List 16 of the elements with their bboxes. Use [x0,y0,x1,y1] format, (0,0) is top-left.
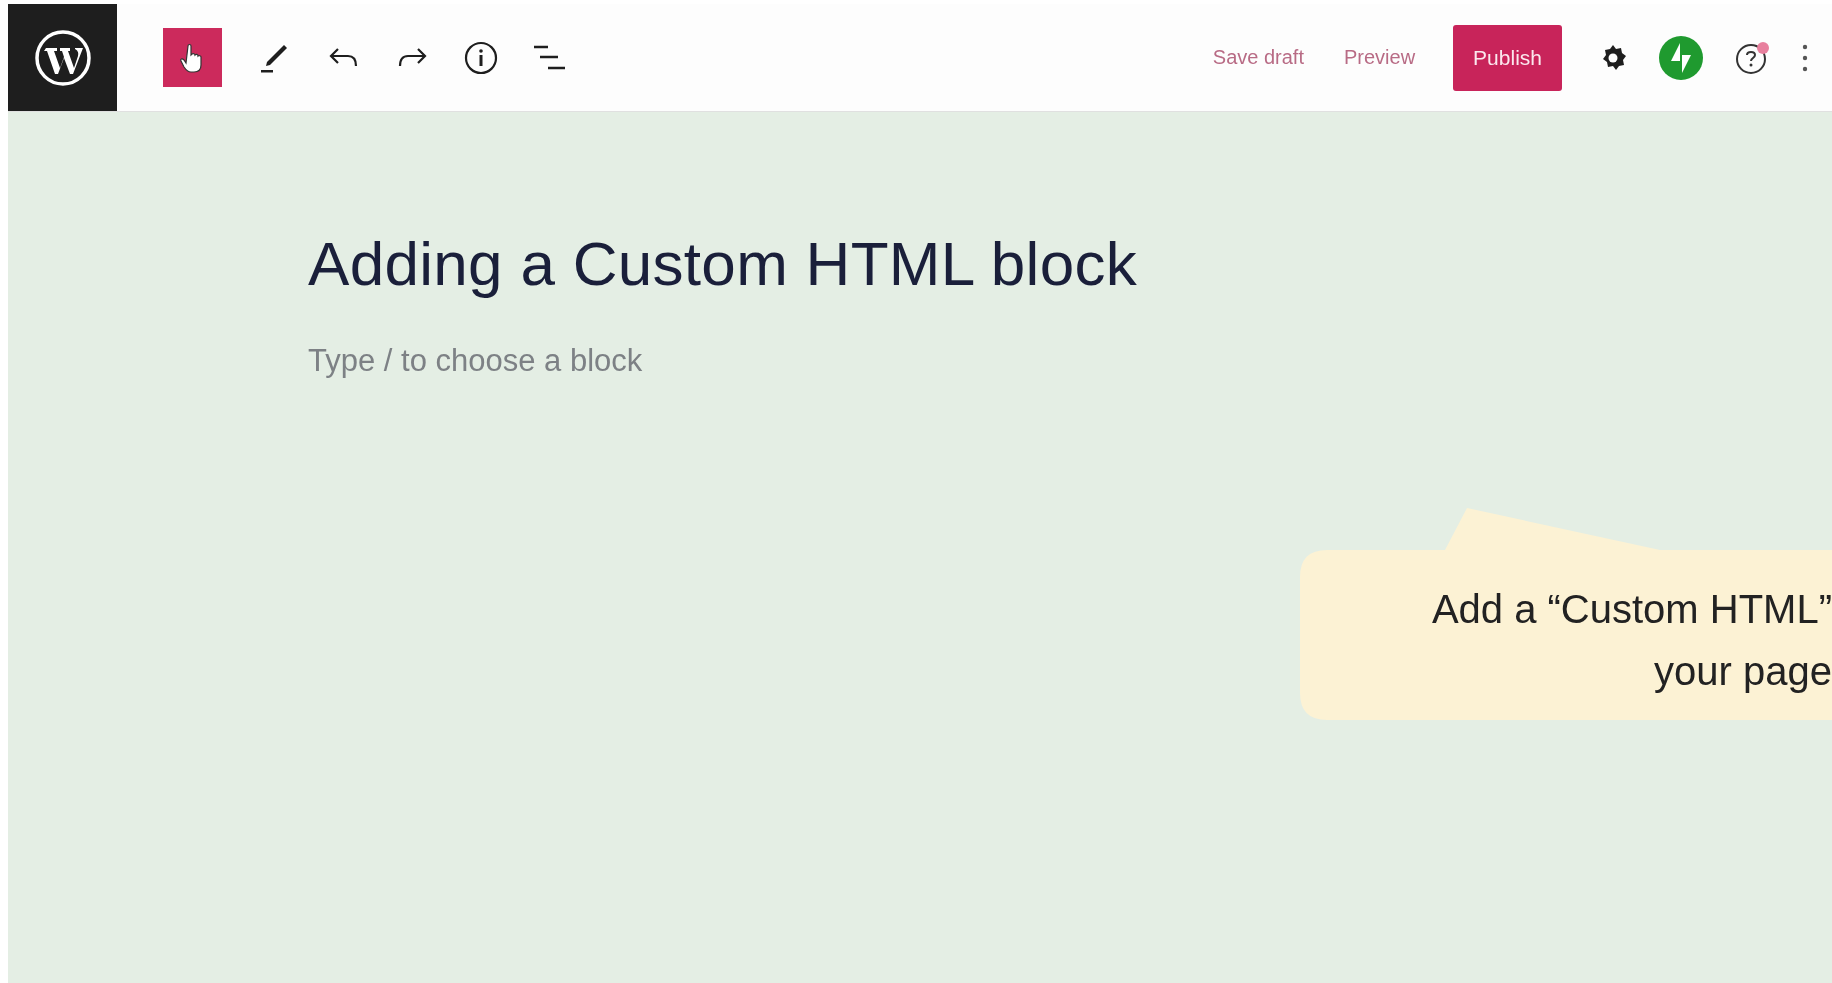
lightning-bolt-icon[interactable] [1658,34,1704,81]
post-title[interactable]: Adding a Custom HTML block [308,228,1138,299]
redo-icon[interactable] [396,46,428,69]
callout-text: your page [1653,648,1832,695]
block-input[interactable]: Type / to choose a block [308,343,768,379]
block-inserter-button[interactable] [163,28,222,87]
toolbar-link[interactable]: Save draft [1210,38,1306,77]
help-icon[interactable] [1734,39,1772,76]
callout-text: Add a “Custom HTML” [1431,586,1832,633]
undo-icon[interactable] [328,46,360,69]
list-view-icon[interactable] [532,43,566,72]
toolbar-link[interactable]: Preview [1341,38,1418,77]
more-options-icon[interactable] [1802,43,1808,72]
wordpress-logo-icon[interactable] [32,27,93,88]
info-icon[interactable] [464,40,498,75]
publish-button[interactable]: Publish [1453,24,1562,91]
